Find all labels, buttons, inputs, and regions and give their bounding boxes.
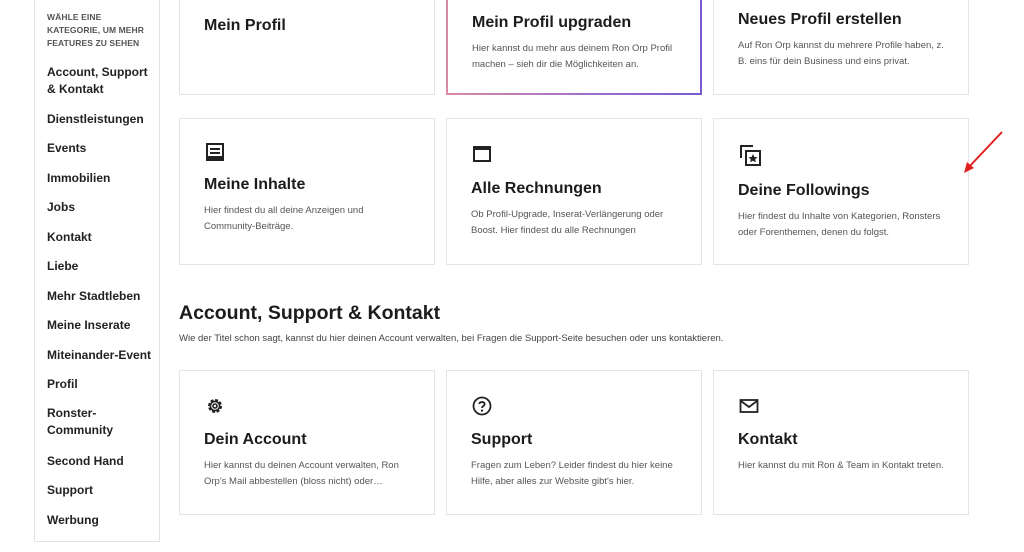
card-mein-profil-upgraden[interactable]: Mein Profil upgraden Hier kannst du mehr…	[446, 0, 702, 95]
card-description: Hier findest du Inhalte von Kategorien, …	[738, 211, 941, 238]
sidebar-item-immobilien[interactable]: Immobilien	[47, 170, 155, 187]
sidebar-item-jobs[interactable]: Jobs	[47, 199, 155, 216]
card-title: Meine Inhalte	[204, 176, 306, 193]
sidebar-item-second-hand[interactable]: Second Hand	[47, 453, 155, 470]
card-description: Hier kannst du mehr aus deinem Ron Orp P…	[472, 43, 673, 70]
card-title: Dein Account	[204, 431, 307, 448]
window-icon	[473, 146, 491, 162]
sidebar-heading: WÄHLE EINE KATEGORIE, UM MEHR FEATURES Z…	[47, 12, 145, 48]
card-support[interactable]: Support Fragen zum Leben? Leider findest…	[446, 370, 702, 515]
sidebar-item-dienstleistungen[interactable]: Dienstleistungen	[47, 111, 155, 128]
sidebar-item-support[interactable]: Support	[47, 482, 155, 499]
sidebar-item-account-support-kontakt[interactable]: Account, Support & Kontakt	[47, 64, 155, 98]
card-dein-account[interactable]: Dein Account Hier kannst du deinen Accou…	[179, 370, 435, 515]
sidebar-item-ronster-community[interactable]: Ronster-Community	[47, 405, 117, 439]
card-meine-inhalte[interactable]: Meine Inhalte Hier findest du all deine …	[179, 118, 435, 265]
card-title: Support	[471, 431, 533, 448]
list-icon	[206, 143, 224, 161]
sidebar-item-liebe[interactable]: Liebe	[47, 258, 155, 275]
mail-icon	[739, 399, 759, 413]
card-kontakt[interactable]: Kontakt Hier kannst du mit Ron & Team in…	[713, 370, 969, 515]
card-description: Hier kannst du mit Ron & Team in Kontakt…	[738, 460, 944, 471]
section-description: Wie der Titel schon sagt, kannst du hier…	[179, 333, 724, 344]
sidebar-item-events[interactable]: Events	[47, 140, 155, 157]
card-description: Fragen zum Leben? Leider findest du hier…	[471, 460, 673, 487]
sidebar-item-werbung[interactable]: Werbung	[47, 512, 155, 529]
gear-icon	[208, 399, 222, 413]
card-title: Alle Rechnungen	[471, 180, 602, 197]
card-title: Mein Profil	[204, 17, 286, 34]
annotation-arrow-icon	[964, 131, 1003, 173]
card-neues-profil-erstellen[interactable]: Neues Profil erstellen Auf Ron Orp kanns…	[713, 0, 969, 95]
card-title: Deine Followings	[738, 182, 870, 199]
sidebar-item-miteinander-event[interactable]: Miteinander-Event	[47, 347, 155, 364]
sidebar-item-meine-inserate[interactable]: Meine Inserate	[47, 317, 155, 334]
section-title: Account, Support & Kontakt	[179, 302, 441, 324]
sidebar-item-kontakt[interactable]: Kontakt	[47, 229, 155, 246]
question-icon	[472, 396, 492, 416]
card-description: Auf Ron Orp kannst du mehrere Profile ha…	[738, 40, 944, 67]
category-sidebar: WÄHLE EINE KATEGORIE, UM MEHR FEATURES Z…	[34, 0, 160, 542]
sidebar-item-profil[interactable]: Profil	[47, 376, 155, 393]
sidebar-item-mehr-stadtleben[interactable]: Mehr Stadtleben	[47, 288, 155, 305]
card-alle-rechnungen[interactable]: Alle Rechnungen Ob Profil-Upgrade, Inser…	[446, 118, 702, 265]
star-copy-icon	[740, 145, 761, 166]
card-mein-profil[interactable]: Mein Profil	[179, 0, 435, 95]
card-description: Hier kannst du deinen Account verwalten,…	[204, 460, 399, 487]
card-title: Kontakt	[738, 431, 798, 448]
card-title: Mein Profil upgraden	[472, 14, 632, 31]
card-description: Ob Profil-Upgrade, Inserat-Verlängerung …	[471, 209, 664, 236]
card-deine-followings[interactable]: Deine Followings Hier findest du Inhalte…	[713, 118, 969, 265]
card-description: Hier findest du all deine Anzeigen und C…	[204, 205, 364, 232]
card-title: Neues Profil erstellen	[738, 11, 902, 28]
